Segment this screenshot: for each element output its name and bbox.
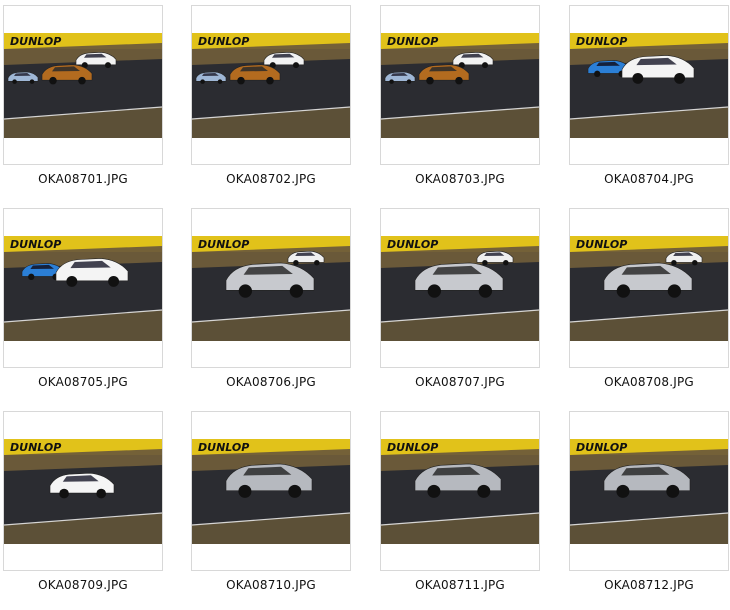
thumbnail-filename: OKA08701.JPG xyxy=(38,172,128,186)
thumbnail-cell[interactable]: DUNLOP OKA08708.JPG xyxy=(569,208,729,389)
thumbnail-cell[interactable]: DUNLOP OKA08701.JPG xyxy=(3,5,163,186)
thumbnail-filename: OKA08712.JPG xyxy=(604,578,694,592)
photo-thumbnail-icon[interactable]: DUNLOP xyxy=(381,236,539,341)
photo-thumbnail-icon[interactable]: DUNLOP xyxy=(570,236,728,341)
photo-thumbnail-icon[interactable]: DUNLOP xyxy=(570,439,728,544)
photo-thumbnail-icon[interactable]: DUNLOP xyxy=(570,33,728,138)
photo-thumbnail-icon[interactable]: DUNLOP xyxy=(381,439,539,544)
svg-text:DUNLOP: DUNLOP xyxy=(198,238,249,251)
thumbnail-frame[interactable]: DUNLOP xyxy=(569,208,729,368)
thumbnail-cell[interactable]: DUNLOP OKA08705.JPG xyxy=(3,208,163,389)
thumbnail-cell[interactable]: DUNLOP OKA08703.JPG xyxy=(380,5,540,186)
thumbnail-frame[interactable]: DUNLOP xyxy=(3,208,163,368)
photo-thumbnail-icon[interactable]: DUNLOP xyxy=(192,33,350,138)
thumbnail-frame[interactable]: DUNLOP xyxy=(191,208,351,368)
photo-thumbnail-icon[interactable]: DUNLOP xyxy=(4,33,162,138)
thumbnail-filename: OKA08704.JPG xyxy=(604,172,694,186)
svg-text:DUNLOP: DUNLOP xyxy=(387,441,438,454)
svg-text:DUNLOP: DUNLOP xyxy=(10,35,61,48)
thumbnail-filename: OKA08703.JPG xyxy=(415,172,505,186)
svg-text:DUNLOP: DUNLOP xyxy=(198,35,249,48)
svg-text:DUNLOP: DUNLOP xyxy=(10,441,61,454)
thumbnail-grid: DUNLOP OKA08701.JPG DUNLOP OKA08702.JPG … xyxy=(0,0,730,610)
thumbnail-filename: OKA08705.JPG xyxy=(38,375,128,389)
thumbnail-frame[interactable]: DUNLOP xyxy=(3,411,163,571)
thumbnail-frame[interactable]: DUNLOP xyxy=(569,411,729,571)
thumbnail-cell[interactable]: DUNLOP OKA08706.JPG xyxy=(191,208,351,389)
thumbnail-frame[interactable]: DUNLOP xyxy=(191,411,351,571)
thumbnail-filename: OKA08707.JPG xyxy=(415,375,505,389)
thumbnail-filename: OKA08702.JPG xyxy=(226,172,316,186)
svg-text:DUNLOP: DUNLOP xyxy=(576,35,627,48)
svg-text:DUNLOP: DUNLOP xyxy=(387,35,438,48)
photo-thumbnail-icon[interactable]: DUNLOP xyxy=(4,236,162,341)
thumbnail-filename: OKA08708.JPG xyxy=(604,375,694,389)
thumbnail-filename: OKA08710.JPG xyxy=(226,578,316,592)
thumbnail-filename: OKA08706.JPG xyxy=(226,375,316,389)
thumbnail-frame[interactable]: DUNLOP xyxy=(380,411,540,571)
svg-text:DUNLOP: DUNLOP xyxy=(198,441,249,454)
svg-text:DUNLOP: DUNLOP xyxy=(10,238,61,251)
thumbnail-cell[interactable]: DUNLOP OKA08712.JPG xyxy=(569,411,729,592)
thumbnail-cell[interactable]: DUNLOP OKA08711.JPG xyxy=(380,411,540,592)
thumbnail-cell[interactable]: DUNLOP OKA08704.JPG xyxy=(569,5,729,186)
svg-text:DUNLOP: DUNLOP xyxy=(576,441,627,454)
thumbnail-frame[interactable]: DUNLOP xyxy=(191,5,351,165)
photo-thumbnail-icon[interactable]: DUNLOP xyxy=(192,236,350,341)
thumbnail-frame[interactable]: DUNLOP xyxy=(569,5,729,165)
thumbnail-cell[interactable]: DUNLOP OKA08702.JPG xyxy=(191,5,351,186)
thumbnail-cell[interactable]: DUNLOP OKA08707.JPG xyxy=(380,208,540,389)
thumbnail-filename: OKA08709.JPG xyxy=(38,578,128,592)
thumbnail-cell[interactable]: DUNLOP OKA08709.JPG xyxy=(3,411,163,592)
photo-thumbnail-icon[interactable]: DUNLOP xyxy=(381,33,539,138)
svg-text:DUNLOP: DUNLOP xyxy=(387,238,438,251)
svg-text:DUNLOP: DUNLOP xyxy=(576,238,627,251)
thumbnail-filename: OKA08711.JPG xyxy=(415,578,505,592)
thumbnail-cell[interactable]: DUNLOP OKA08710.JPG xyxy=(191,411,351,592)
thumbnail-frame[interactable]: DUNLOP xyxy=(380,5,540,165)
photo-thumbnail-icon[interactable]: DUNLOP xyxy=(4,439,162,544)
thumbnail-frame[interactable]: DUNLOP xyxy=(380,208,540,368)
photo-thumbnail-icon[interactable]: DUNLOP xyxy=(192,439,350,544)
thumbnail-frame[interactable]: DUNLOP xyxy=(3,5,163,165)
